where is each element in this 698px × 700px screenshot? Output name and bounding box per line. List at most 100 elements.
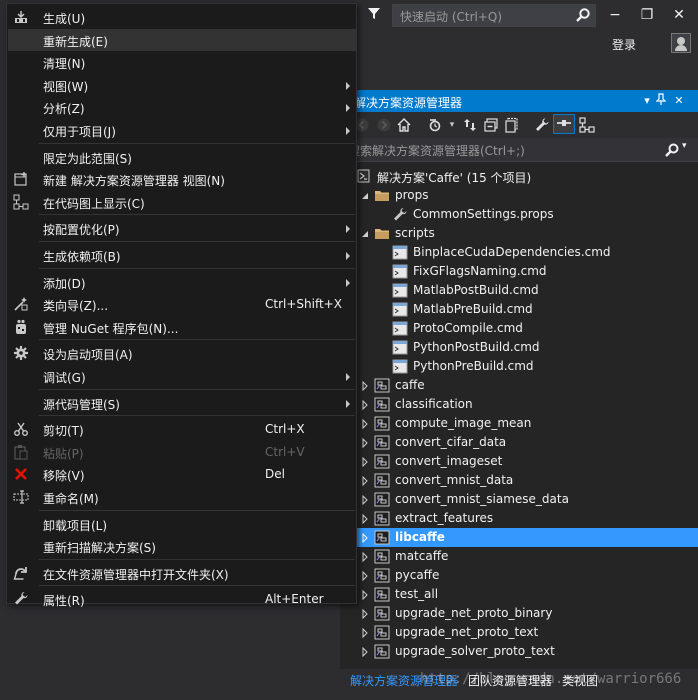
menu-separator xyxy=(39,509,355,511)
menu-item-添加[interactable]: 添加(D) xyxy=(8,271,356,293)
filter-icon[interactable] xyxy=(366,6,382,22)
class-diagram-icon[interactable] xyxy=(579,117,595,133)
menu-item-重新扫描解决方案[interactable]: 重新扫描解决方案(S) xyxy=(8,535,356,557)
close-window-button[interactable]: ✕ xyxy=(664,4,694,26)
menu-item-限定为此范围[interactable]: 限定为此范围(S) xyxy=(8,146,356,168)
collapsed-arrow-icon[interactable] xyxy=(360,513,370,525)
tree-node-label: FixGFlagsNaming.cmd xyxy=(413,264,547,278)
collapsed-arrow-icon[interactable] xyxy=(360,570,370,582)
show-all-files-icon[interactable] xyxy=(504,117,520,133)
collapsed-arrow-icon[interactable] xyxy=(360,627,370,639)
expanded-arrow-icon[interactable] xyxy=(360,190,370,200)
menu-item-label: 清理(N) xyxy=(43,57,86,72)
menu-item-清理[interactable]: 清理(N) xyxy=(8,51,356,73)
menu-item-剪切[interactable]: 剪切(T) Ctrl+X xyxy=(8,418,356,440)
menu-item-生成[interactable]: 生成(U) xyxy=(8,6,356,28)
tree-node-upgrade-net-proto-text[interactable]: upgrade_net_proto_text xyxy=(340,623,698,642)
collapsed-arrow-icon[interactable] xyxy=(360,418,370,430)
tree-node-props[interactable]: props xyxy=(340,186,698,205)
menu-item-仅用于项目[interactable]: 仅用于项目(J) xyxy=(8,119,356,141)
menu-item-管理-nuget-程序包[interactable]: 管理 NuGet 程序包(N)... xyxy=(8,316,356,338)
tree-node-matcaffe[interactable]: matcaffe xyxy=(340,547,698,566)
pending-changes-filter-icon[interactable] xyxy=(428,117,444,133)
menu-item-卸载项目[interactable]: 卸载项目(L) xyxy=(8,513,356,535)
menu-item-源代码管理[interactable]: 源代码管理(S) xyxy=(8,392,356,414)
tree-node-pythonprebuild-cmd[interactable]: PythonPreBuild.cmd xyxy=(340,357,698,376)
tree-node-libcaffe[interactable]: libcaffe xyxy=(340,528,698,547)
pin-icon[interactable] xyxy=(654,93,668,109)
collapsed-arrow-icon[interactable] xyxy=(360,456,370,468)
menu-item-调试[interactable]: 调试(G) xyxy=(8,365,356,387)
expanded-arrow-icon[interactable] xyxy=(360,228,370,238)
tree-node-caffe[interactable]: caffe xyxy=(340,376,698,395)
tree-node-test-all[interactable]: test_all xyxy=(340,585,698,604)
menu-item-shortcut: Ctrl+Shift+X xyxy=(265,297,342,312)
menu-item-视图[interactable]: 视图(W) xyxy=(8,74,356,96)
tree-node-protocompile-cmd[interactable]: ProtoCompile.cmd xyxy=(340,319,698,338)
tree-node-convert-mnist-data[interactable]: convert_mnist_data xyxy=(340,471,698,490)
menu-item-设为启动项目[interactable]: 设为启动项目(A) xyxy=(8,342,356,364)
menu-item-新建-解决方案资源管理器-视图[interactable]: 新建 解决方案资源管理器 视图(N) xyxy=(8,168,356,190)
project-icon xyxy=(374,568,390,583)
menu-item-在代码图上显示[interactable]: 在代码图上显示(C) xyxy=(8,191,356,213)
login-link[interactable]: 登录 xyxy=(612,36,636,53)
collapsed-arrow-icon[interactable] xyxy=(360,551,370,563)
tree-node-matlabprebuild-cmd[interactable]: MatlabPreBuild.cmd xyxy=(340,300,698,319)
collapsed-arrow-icon[interactable] xyxy=(360,608,370,620)
tree-node-upgrade-solver-proto-text[interactable]: upgrade_solver_proto_text xyxy=(340,642,698,661)
quick-launch-input[interactable]: 快速启动 (Ctrl+Q) xyxy=(392,4,596,27)
tree-node-convert-imageset[interactable]: convert_imageset xyxy=(340,452,698,471)
cmd-file-icon xyxy=(392,359,408,374)
collapsed-arrow-icon[interactable] xyxy=(360,475,370,487)
collapsed-arrow-icon[interactable] xyxy=(360,399,370,411)
tree-node-compute-image-mean[interactable]: compute_image_mean xyxy=(340,414,698,433)
project-icon xyxy=(374,587,390,602)
sync-with-active-document-icon[interactable] xyxy=(462,117,478,133)
tree-node-convert-cifar-data[interactable]: convert_cifar_data xyxy=(340,433,698,452)
solution-explorer-search-input[interactable]: 搜索解决方案资源管理器(Ctrl+;) ▾ xyxy=(340,138,698,162)
menu-item-生成依赖项[interactable]: 生成依赖项(B) xyxy=(8,244,356,266)
tree-node-commonsettings-props[interactable]: CommonSettings.props xyxy=(340,205,698,224)
menu-item-重新生成[interactable]: 重新生成(E) xyxy=(8,28,356,51)
tree-node-pythonpostbuild-cmd[interactable]: PythonPostBuild.cmd xyxy=(340,338,698,357)
tree-node-fixgflagsnaming-cmd[interactable]: FixGFlagsNaming.cmd xyxy=(340,262,698,281)
menu-item-分析[interactable]: 分析(Z) xyxy=(8,96,356,118)
filter-dropdown-icon[interactable]: ▾ xyxy=(444,117,460,133)
panel-menu-icon[interactable]: ▾ xyxy=(640,93,654,109)
tree-node-upgrade-net-proto-binary[interactable]: upgrade_net_proto_binary xyxy=(340,604,698,623)
tree-node-extract-features[interactable]: extract_features xyxy=(340,509,698,528)
project-context-menu: 生成(U) 重新生成(E) 清理(N) 视图(W) 分析(Z) 仅用于项目(J) 限定为此范… xyxy=(6,3,357,608)
search-icon[interactable] xyxy=(575,7,591,23)
menu-item-类向导[interactable]: 类向导(Z)... Ctrl+Shift+X xyxy=(8,293,356,315)
tree-node-解决方案-caffe-15-个项目[interactable]: 解决方案'Caffe' (15 个项目) xyxy=(340,167,698,186)
tree-node-convert-mnist-siamese-data[interactable]: convert_mnist_siamese_data xyxy=(340,490,698,509)
menu-item-按配置优化[interactable]: 按配置优化(P) xyxy=(8,217,356,239)
tree-node-matlabpostbuild-cmd[interactable]: MatlabPostBuild.cmd xyxy=(340,281,698,300)
nuget-icon xyxy=(13,319,29,335)
menu-item-属性[interactable]: 属性(R) Alt+Enter xyxy=(8,588,356,610)
tree-node-scripts[interactable]: scripts xyxy=(340,224,698,243)
tree-node-binplacecudadependencies-cmd[interactable]: BinplaceCudaDependencies.cmd xyxy=(340,243,698,262)
preview-selected-items-icon[interactable] xyxy=(553,114,575,134)
minimize-button[interactable]: − xyxy=(600,4,630,26)
collapsed-arrow-icon[interactable] xyxy=(360,380,370,392)
tree-node-classification[interactable]: classification xyxy=(340,395,698,414)
tree-node-pycaffe[interactable]: pycaffe xyxy=(340,566,698,585)
collapsed-arrow-icon[interactable] xyxy=(360,532,370,544)
avatar-icon[interactable] xyxy=(671,33,691,53)
collapsed-arrow-icon[interactable] xyxy=(360,494,370,506)
home-icon[interactable] xyxy=(396,117,412,133)
search-icon[interactable] xyxy=(664,142,680,158)
restore-button[interactable]: ❐ xyxy=(632,4,662,26)
properties-wrench-icon[interactable] xyxy=(534,117,550,133)
collapsed-arrow-icon[interactable] xyxy=(360,646,370,658)
close-panel-icon[interactable]: ✕ xyxy=(672,93,686,109)
collapsed-arrow-icon[interactable] xyxy=(360,437,370,449)
search-options-dropdown-icon[interactable]: ▾ xyxy=(682,141,687,151)
forward-icon[interactable] xyxy=(376,117,392,133)
menu-item-在文件资源管理器中打开文件夹[interactable]: 在文件资源管理器中打开文件夹(X) xyxy=(8,562,356,584)
collapse-all-icon[interactable] xyxy=(483,117,499,133)
collapsed-arrow-icon[interactable] xyxy=(360,589,370,601)
menu-item-重命名[interactable]: 重命名(M) xyxy=(8,486,356,508)
menu-item-移除[interactable]: 移除(V) Del xyxy=(8,463,356,485)
